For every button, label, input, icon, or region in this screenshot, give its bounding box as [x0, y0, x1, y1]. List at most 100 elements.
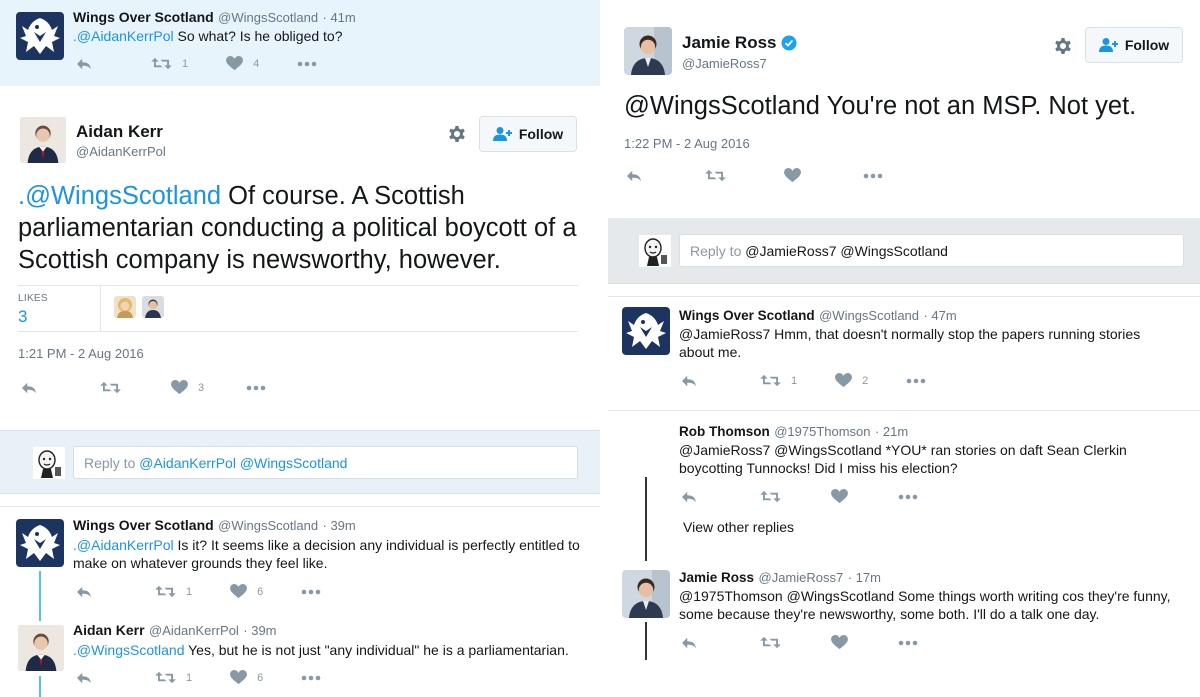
aidan-avatar[interactable]: [20, 116, 66, 164]
liker-avatar[interactable]: [114, 296, 136, 318]
retweet-button[interactable]: 1: [760, 373, 797, 388]
tweet-time[interactable]: · 17m: [848, 570, 881, 585]
heart-icon: [784, 168, 801, 183]
more-button[interactable]: [301, 675, 321, 681]
tweet-actions: 1 6: [75, 584, 321, 599]
retweet-icon: [155, 670, 176, 685]
reply-input[interactable]: Reply to @AidanKerrPol @WingsScotland: [73, 446, 578, 479]
gear-icon[interactable]: [447, 124, 467, 144]
reply-button[interactable]: [75, 585, 93, 599]
retweet-button[interactable]: 1: [155, 584, 192, 599]
more-button[interactable]: [246, 385, 266, 391]
author-handle[interactable]: @JamieRoss7: [759, 570, 844, 585]
wings-avatar[interactable]: [16, 519, 64, 567]
reply-tweet[interactable]: Wings Over Scotland @WingsScotland · 39m…: [0, 506, 600, 621]
author-name[interactable]: Aidan Kerr: [73, 622, 145, 638]
view-other-replies-link[interactable]: View other replies: [683, 519, 794, 535]
tweet-timestamp[interactable]: 1:22 PM - 2 Aug 2016: [624, 136, 750, 151]
jamie-avatar[interactable]: [622, 570, 670, 618]
aidan-avatar[interactable]: [18, 624, 64, 672]
more-button[interactable]: [301, 589, 321, 595]
author-handle[interactable]: @WingsScotland: [819, 308, 919, 323]
wings-avatar[interactable]: [16, 12, 64, 60]
reply-tweet[interactable]: Rob Thomson @1975Thomson · 21m @JamieRos…: [608, 410, 1200, 561]
reply-button[interactable]: [20, 381, 38, 395]
tweet-text: .@WingsScotland Yes, but he is not just …: [73, 642, 569, 658]
retweet-button[interactable]: [100, 380, 121, 395]
reply-tweet[interactable]: Wings Over Scotland @WingsScotland · 47m…: [608, 296, 1200, 402]
follow-button[interactable]: Follow: [1085, 27, 1183, 63]
tweet-actions: [680, 635, 918, 650]
reply-icon: [680, 490, 698, 504]
author-name[interactable]: Wings Over Scotland: [679, 308, 815, 323]
tweet-actions: 1 2: [680, 373, 926, 388]
like-button[interactable]: 2: [835, 373, 868, 388]
retweet-button[interactable]: [705, 168, 726, 183]
liker-avatar[interactable]: [142, 296, 164, 318]
right-conversation: Jamie Ross @JamieRoss7 Follow @WingsScot…: [608, 0, 1200, 697]
reply-button[interactable]: [625, 169, 643, 183]
author-handle[interactable]: @1975Thomson: [774, 424, 870, 439]
reply-button[interactable]: [680, 490, 698, 504]
tweet-text: @WingsScotland You're not an MSP. Not ye…: [624, 92, 1137, 120]
tweet-time[interactable]: · 41m: [323, 10, 356, 25]
retweet-button[interactable]: 1: [151, 56, 188, 71]
like-button[interactable]: 6: [230, 584, 263, 599]
like-button[interactable]: 6: [230, 670, 263, 685]
more-button[interactable]: [297, 61, 317, 67]
retweet-icon: [760, 373, 781, 388]
more-button[interactable]: [906, 378, 926, 384]
author-handle[interactable]: @AidanKerrPol: [149, 623, 239, 638]
tweet-time[interactable]: · 39m: [243, 623, 276, 638]
tweet-time[interactable]: · 47m: [923, 308, 956, 323]
mention-link[interactable]: .@WingsScotland: [73, 642, 184, 658]
reply-button[interactable]: [680, 374, 698, 388]
retweet-button[interactable]: 1: [155, 670, 192, 685]
jamie-avatar[interactable]: [624, 27, 672, 75]
reply-input[interactable]: Reply to @JamieRoss7 @WingsScotland: [679, 234, 1184, 267]
reply-button[interactable]: [75, 671, 93, 685]
retweet-button[interactable]: [760, 635, 781, 650]
author-name[interactable]: Aidan Kerr: [76, 122, 163, 142]
tweet-time[interactable]: · 39m: [323, 518, 356, 533]
like-button[interactable]: [831, 489, 848, 504]
like-button[interactable]: 3: [171, 380, 204, 395]
more-button[interactable]: [898, 494, 918, 500]
retweet-icon: [760, 489, 781, 504]
tweet-timestamp[interactable]: 1:21 PM - 2 Aug 2016: [18, 346, 144, 361]
reply-icon: [20, 381, 38, 395]
heart-icon: [831, 489, 848, 504]
author-name[interactable]: Jamie Ross: [679, 570, 754, 585]
mention-link[interactable]: .@AidanKerrPol: [73, 28, 174, 44]
author-name[interactable]: Wings Over Scotland: [73, 9, 214, 25]
author-name[interactable]: Wings Over Scotland: [73, 517, 214, 533]
author-handle[interactable]: @WingsScotland: [218, 10, 318, 25]
like-button[interactable]: 4: [226, 56, 259, 71]
heart-icon: [230, 670, 247, 685]
reply-button[interactable]: [75, 57, 93, 71]
follow-button[interactable]: Follow: [479, 116, 577, 152]
like-button[interactable]: [784, 168, 801, 183]
likes-count[interactable]: 3: [18, 307, 27, 327]
mention-link[interactable]: .@WingsScotland: [18, 182, 221, 210]
divider: [18, 331, 578, 332]
tweet-text: .@AidanKerrPol So what? Is he obliged to…: [73, 28, 343, 44]
tweet-time[interactable]: · 21m: [875, 424, 908, 439]
reply-tweet[interactable]: Aidan Kerr @AidanKerrPol · 39m .@WingsSc…: [0, 612, 600, 697]
author-name[interactable]: Jamie Ross: [682, 33, 777, 53]
reply-tweet[interactable]: Jamie Ross @JamieRoss7 · 17m @1975Thomso…: [608, 560, 1200, 697]
author-handle[interactable]: @JamieRoss7: [682, 56, 767, 71]
more-button[interactable]: [863, 173, 883, 179]
like-button[interactable]: [831, 635, 848, 650]
gear-icon[interactable]: [1053, 36, 1073, 56]
retweet-button[interactable]: [760, 489, 781, 504]
author-name[interactable]: Rob Thomson: [679, 424, 770, 439]
reply-button[interactable]: [680, 636, 698, 650]
author-handle[interactable]: @AidanKerrPol: [76, 144, 166, 159]
context-tweet-wings[interactable]: Wings Over Scotland @WingsScotland · 41m…: [0, 0, 600, 86]
wings-avatar[interactable]: [622, 307, 670, 355]
author-handle[interactable]: @WingsScotland: [218, 518, 318, 533]
more-button[interactable]: [898, 640, 918, 646]
mention-link[interactable]: .@AidanKerrPol: [73, 537, 174, 553]
retweet-icon: [100, 380, 121, 395]
